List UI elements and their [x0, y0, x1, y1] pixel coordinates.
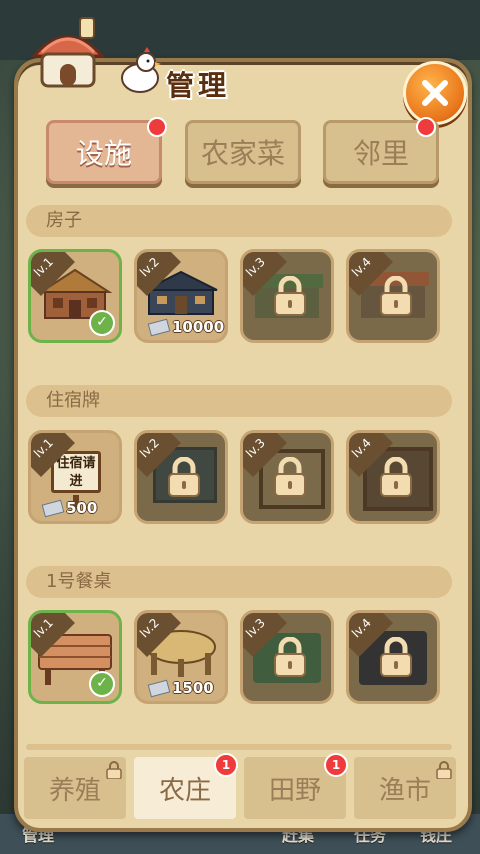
price-value: 10000	[172, 318, 225, 336]
tab-breeding-label: 养殖	[48, 775, 101, 806]
section-header-table: 1号餐桌	[26, 566, 452, 598]
price-value: 500	[66, 499, 98, 517]
house-lv4-item[interactable]: lv.4	[346, 249, 440, 343]
price-value: 1500	[172, 679, 214, 697]
house-lv3-item[interactable]: lv.3	[240, 249, 334, 343]
panel-header: 管理	[24, 16, 284, 102]
house-lv2-item[interactable]: lv.2 10000	[134, 249, 228, 343]
sign-lv4-item[interactable]: lv.4	[346, 430, 440, 524]
next-section-peek	[26, 744, 452, 750]
table-lv3-item[interactable]: lv.3	[240, 610, 334, 704]
tab-farm-dishes[interactable]: 农家菜	[185, 120, 301, 184]
tab-fish-market-label: 渔市	[378, 775, 431, 806]
price-tag: 1500	[147, 679, 214, 697]
close-button[interactable]	[403, 61, 467, 125]
lock-icon	[168, 457, 200, 497]
price-tag: 10000	[147, 318, 225, 336]
tab-fish-market[interactable]: 渔市	[354, 757, 456, 819]
price-tag: 500	[41, 499, 98, 517]
tab-fields-badge: 1	[324, 753, 348, 777]
house-lv1-item[interactable]: lv.1 ✓	[28, 249, 122, 343]
tab-farm-label: 农庄	[158, 775, 211, 806]
sign-lv3-item[interactable]: lv.3	[240, 430, 334, 524]
lock-icon	[106, 761, 122, 779]
table-lv2-item[interactable]: lv.2 1500	[134, 610, 228, 704]
tab-farm-badge: 1	[214, 753, 238, 777]
bottom-tab-bar: 养殖 农庄 1 田野 1 渔市	[24, 753, 456, 819]
notification-dot	[416, 117, 436, 137]
section-header-lodging-sign: 住宿牌	[26, 385, 452, 417]
check-icon: ✓	[89, 671, 115, 697]
lock-icon	[380, 457, 412, 497]
sign-lv1-item[interactable]: 住宿请进 lv.1 500	[28, 430, 122, 524]
tab-facilities[interactable]: 设施	[46, 117, 167, 184]
panel-title: 管理	[166, 69, 231, 102]
tab-neighbors-label: 邻里	[352, 137, 409, 170]
ticket-icon	[41, 499, 65, 517]
tab-fields[interactable]: 田野 1	[244, 753, 348, 819]
ticket-icon	[147, 318, 171, 336]
lock-icon	[380, 276, 412, 316]
tab-facilities-label: 设施	[75, 137, 132, 170]
tab-farm[interactable]: 农庄 1	[134, 753, 238, 819]
tab-fields-label: 田野	[268, 775, 321, 806]
house-icon	[30, 17, 106, 88]
lock-icon	[436, 761, 452, 779]
check-icon: ✓	[89, 310, 115, 336]
close-icon	[422, 80, 448, 106]
ticket-icon	[147, 679, 171, 697]
tab-neighbors[interactable]: 邻里	[323, 117, 439, 184]
lock-icon	[274, 637, 306, 677]
notification-dot	[147, 117, 167, 137]
lock-icon	[380, 637, 412, 677]
tab-breeding[interactable]: 养殖	[24, 757, 126, 819]
table-lv1-item[interactable]: lv.1 ✓	[28, 610, 122, 704]
lock-icon	[274, 276, 306, 316]
sign-lv2-item[interactable]: lv.2	[134, 430, 228, 524]
lock-icon	[274, 457, 306, 497]
chicken-icon	[121, 47, 161, 93]
section-header-house: 房子	[26, 205, 452, 237]
tab-farm-dishes-label: 农家菜	[200, 137, 285, 170]
lodging-sign-text: 住宿请进	[56, 456, 96, 489]
table-lv4-item[interactable]: lv.4	[346, 610, 440, 704]
